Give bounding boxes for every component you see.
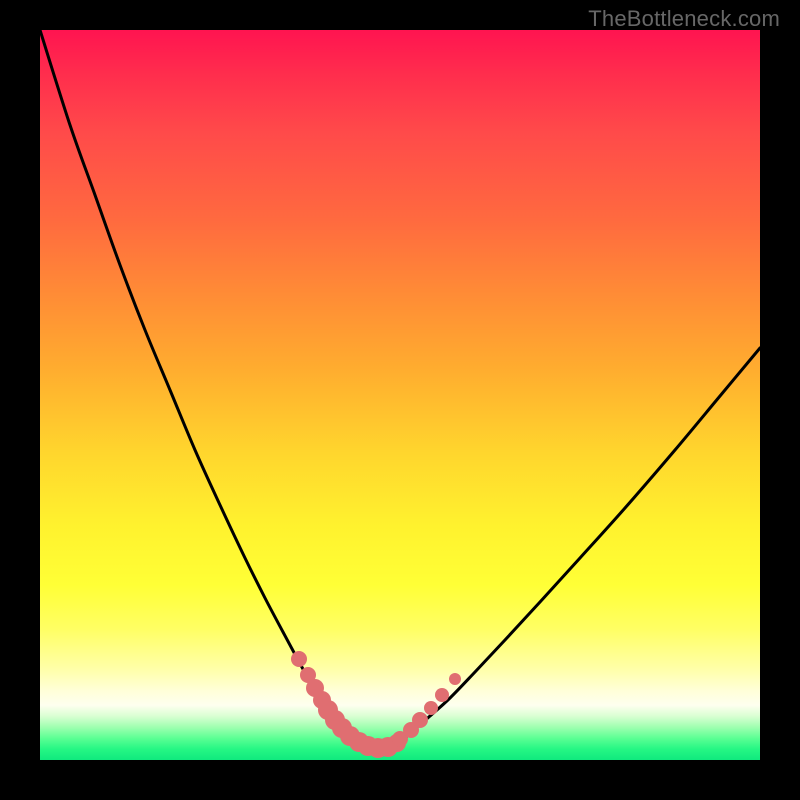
marker-dot (291, 651, 307, 667)
marker-dot (449, 673, 461, 685)
marker-dot (435, 688, 449, 702)
plot-area (40, 30, 760, 760)
marker-dot (412, 712, 428, 728)
marker-dots-group (291, 651, 461, 758)
marker-dots-layer (40, 30, 760, 760)
marker-dot (424, 701, 438, 715)
watermark-text: TheBottleneck.com (588, 6, 780, 32)
chart-frame: TheBottleneck.com (0, 0, 800, 800)
